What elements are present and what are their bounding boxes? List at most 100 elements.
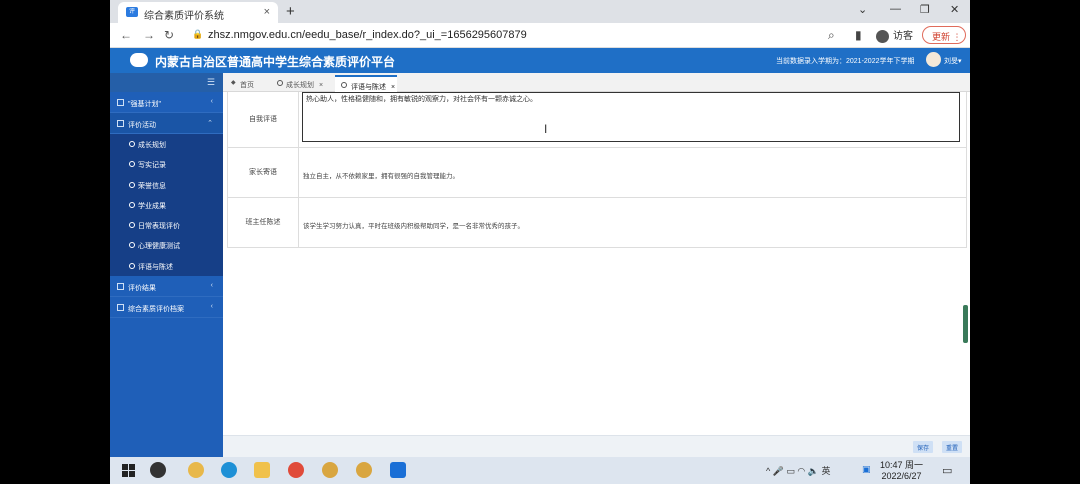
back-button[interactable]: ← [120,28,132,42]
subitem-label: 写实记录 [138,162,166,170]
circle-icon [129,242,135,249]
term-info: 当前数据录入学期为：2021-2022学年下学期 [776,58,915,65]
hamburger-icon[interactable]: ☰ [207,77,215,88]
ie-browser-icon[interactable] [221,462,237,478]
lock-icon[interactable]: 🔒 [192,29,203,40]
tab-growth-plan[interactable]: 成长规划 × [277,75,329,92]
parent-comment-value[interactable]: 独立自主，从不依赖家里，拥有很强的自我管理能力。 [303,170,459,180]
url-field[interactable]: zhsz.nmgov.edu.cn/eedu_base/r_index.do?_… [208,29,527,41]
sidebar-submenu: 成长规划 写实记录 荣誉信息 学业成果 日常表现评价 心理健康测试 评语与陈述 [110,134,223,277]
save-button[interactable]: 保存 [913,441,934,453]
square-icon [117,120,124,127]
sidebar-subitem-mental[interactable]: 心理健康测试 [110,235,223,255]
content-tabs: ◆ 首页 成长规划 × 评语与陈述 × [223,73,970,92]
cloud-logo-icon [130,53,148,67]
tab-label: 成长规划 [286,82,314,89]
avatar [876,29,889,43]
user-menu[interactable]: 刘旻▾ [944,56,962,66]
forward-button[interactable]: → [143,28,155,42]
teacher-statement-value[interactable]: 该学生学习努力认真，平时在班级内积极帮助同学，是一名非常优秀的孩子。 [303,220,524,230]
reset-button[interactable]: 重置 [942,441,963,453]
notification-icon[interactable]: ▭ [942,464,952,477]
app-header: 内蒙古自治区普通高中学生综合素质评价平台 当前数据录入学期为：2021-2022… [110,48,970,73]
restore-button[interactable]: ❐ [920,3,930,16]
circle-icon [129,262,135,269]
comments-form: 自我评语 热心助人，性格稳健随和，拥有敏锐的观察力，对社会怀有一颗赤诚之心。 家… [227,92,967,248]
square-icon [117,99,124,106]
scrollbar[interactable] [963,305,968,343]
tab-close-icon[interactable]: × [319,82,323,89]
sidebar-subitem-daily[interactable]: 日常表现评价 [110,215,223,235]
user-avatar[interactable] [926,52,941,67]
tab-close-icon[interactable]: × [391,84,395,91]
subitem-label: 日常表现评价 [138,223,180,231]
app-swirl-icon[interactable] [150,462,166,478]
tab-home[interactable]: ◆ 首页 [231,75,269,92]
side-panel-icon[interactable]: ▮ [855,28,862,42]
guest-label: 访客 [893,31,913,42]
subitem-label: 学业成果 [138,202,166,210]
new-tab-button[interactable]: + [286,3,295,20]
reload-button[interactable]: ↻ [164,28,174,42]
diamond-icon: ◆ [231,80,236,86]
circle-icon [129,201,135,208]
chrome-icon[interactable] [322,462,338,478]
windows-start-icon[interactable] [120,462,136,478]
sidebar-subitem-academic[interactable]: 学业成果 [110,195,223,215]
form-row-self: 自我评语 热心助人，性格稳健随和，拥有敏锐的观察力，对社会怀有一颗赤诚之心。 [228,92,966,148]
main-content: ◆ 首页 成长规划 × 评语与陈述 × 自我评语 热心助人，性格稳健随和，拥有敏… [223,73,970,457]
system-tray[interactable]: ^ 🎤 ▭ ◠ 🔈 英 [766,464,831,477]
sidebar-subitem-honors[interactable]: 荣誉信息 [110,175,223,195]
tab-label: 首页 [240,82,254,89]
sidebar-item-qiangji[interactable]: "强基计划" ‹ [110,92,223,113]
chrome-icon[interactable] [188,462,204,478]
teacher-statement-label: 班主任陈述 [228,198,299,247]
update-label: 更新 [932,32,951,42]
chevron-left-icon: ‹ [210,282,213,290]
browser-tab[interactable]: 评 综合素质评价系统 × [118,2,278,23]
subitem-label: 评语与陈述 [138,263,173,271]
sidebar-subitem-records[interactable]: 写实记录 [110,154,223,174]
address-bar: ← → ↻ 🔒 zhsz.nmgov.edu.cn/eedu_base/r_in… [110,23,970,48]
sidebar-subitem-growth-plan[interactable]: 成长规划 [110,134,223,154]
app-blue-icon[interactable] [390,462,406,478]
sidebar-toggle-row: ☰ [110,73,223,92]
tab-comments[interactable]: 评语与陈述 × [335,75,397,92]
chevron-left-icon: ‹ [210,98,213,105]
circle-icon [129,222,135,229]
file-explorer-icon[interactable] [254,462,270,478]
self-comment-label: 自我评语 [228,92,299,147]
sidebar-item-label: 综合素质评价档案 [128,306,184,314]
form-row-teacher: 班主任陈述 该学生学习努力认真，平时在班级内积极帮助同学，是一名非常优秀的孩子。 [228,198,966,248]
square-icon [117,304,124,312]
form-row-parent: 家长寄语 独立自主，从不依赖家里，拥有很强的自我管理能力。 [228,148,966,198]
sidebar-item-label: 评价活动 [128,122,156,129]
tab-close-icon[interactable]: × [264,6,270,18]
guest-profile-button[interactable]: 访客 [876,27,913,43]
sidebar-item-activities[interactable]: 评价活动 ⌃ [110,113,223,134]
browser-tab-strip: 评 综合素质评价系统 × + ⌄ — ❐ ✕ [110,0,970,23]
tray-app-icon[interactable]: ▣ [862,464,871,475]
sidebar-item-archive[interactable]: 综合素质评价档案 ‹ [110,297,223,319]
search-icon[interactable]: ⌕ [828,28,835,43]
chrome-icon[interactable] [356,462,372,478]
subitem-label: 成长规划 [138,142,166,149]
sidebar-item-results[interactable]: 评价结果 ‹ [110,276,223,298]
minimize-button[interactable]: — [890,3,901,15]
tab-search-chevron-icon[interactable]: ⌄ [858,3,867,16]
subitem-label: 心理健康测试 [138,243,180,251]
close-window-button[interactable]: ✕ [950,3,959,16]
screen: 评 综合素质评价系统 × + ⌄ — ❐ ✕ ← → ↻ 🔒 zhsz.nmgo… [110,0,970,484]
app-title: 内蒙古自治区普通高中学生综合素质评价平台 [155,55,396,69]
square-icon [117,283,124,291]
sidebar: ☰ "强基计划" ‹ 评价活动 ⌃ 成长规划 写实记录 荣誉信息 学业成果 日常… [110,73,223,457]
chrome-icon[interactable] [288,462,304,478]
clock[interactable]: 10:47 周一 2022/6/27 [880,460,923,482]
subitem-label: 荣誉信息 [138,182,166,190]
sidebar-item-label: "强基计划" [128,101,161,108]
update-button[interactable]: 更新 ⋮ [922,26,966,44]
parent-comment-label: 家长寄语 [228,148,299,197]
browser-tab-title: 综合素质评价系统 [144,11,224,22]
self-comment-textarea[interactable]: 热心助人，性格稳健随和，拥有敏锐的观察力，对社会怀有一颗赤诚之心。 [302,92,960,142]
sidebar-subitem-comments[interactable]: 评语与陈述 [110,256,223,276]
